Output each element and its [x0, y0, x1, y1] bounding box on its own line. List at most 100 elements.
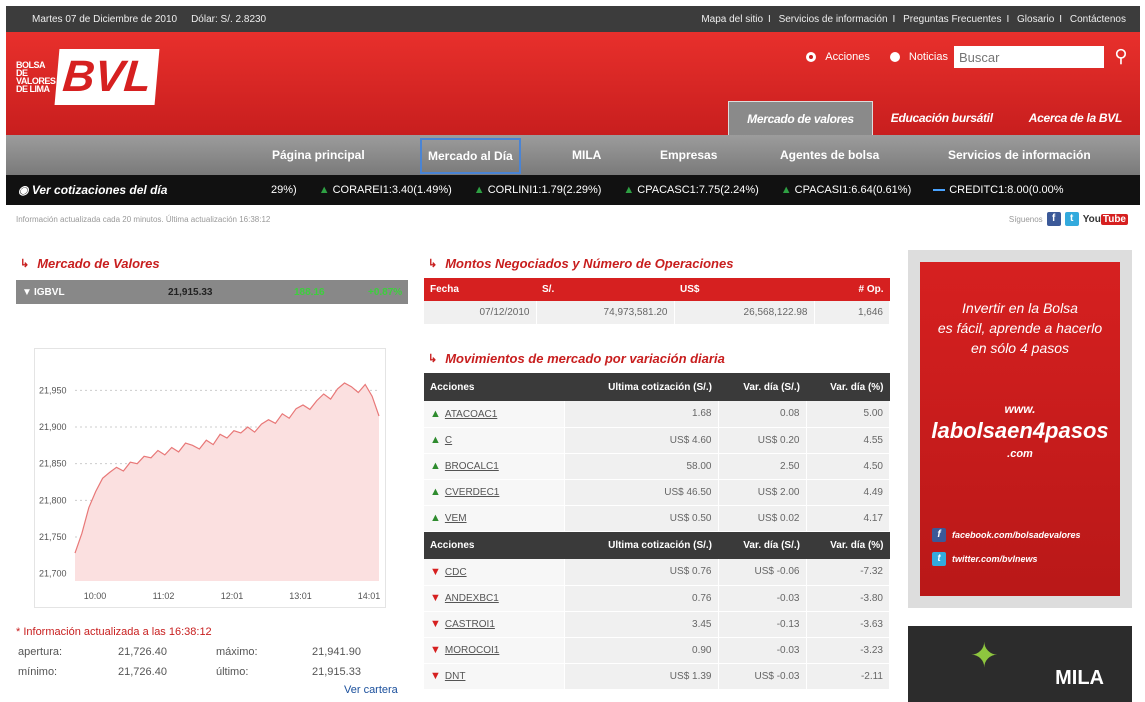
search-icon[interactable]: ⚲	[1110, 46, 1132, 68]
ticker-item[interactable]: ▲ CORAREI1:3.40(1.49%)	[319, 184, 452, 196]
mercado-title: Mercado de Valores	[37, 256, 160, 271]
igbvl-chart: 21,700 21,750 21,800 21,850 21,900 21,950 10:0…	[34, 348, 386, 608]
link-mapa[interactable]: Mapa del sitio	[701, 14, 763, 25]
link-glosario[interactable]: Glosario	[1017, 14, 1054, 25]
stock-link[interactable]: CVERDEC1	[445, 487, 499, 498]
col-acciones: Acciones	[424, 373, 564, 401]
table-row: 07/12/2010 74,973,581.20 26,568,122.98 1…	[424, 301, 890, 324]
col-ultima: Ultima cotización (S/.)	[564, 531, 718, 559]
ver-cotizaciones-link[interactable]: ◉ Ver cotizaciones del día	[6, 183, 271, 197]
x-tick-label: 13:01	[289, 591, 312, 601]
search-input[interactable]	[954, 46, 1104, 68]
ticker-text: CPACASI1:6.64(0.61%)	[794, 184, 912, 196]
arrow-icon: ↳	[428, 353, 438, 365]
link-preguntas[interactable]: Preguntas Frecuentes	[903, 14, 1001, 25]
col-var-soles: Var. día (S/.)	[718, 373, 806, 401]
cell-price: 1.68	[564, 401, 719, 428]
twitter-icon: t	[932, 552, 946, 566]
table-row: ▼ CDC US$ 0.76 US$ -0.06 -7.32	[424, 559, 890, 586]
main-tabs: Mercado de valores Educación bursátil Ac…	[728, 101, 1140, 135]
promo-facebook-text: facebook.com/bolsadevalores	[952, 530, 1081, 540]
table-header-row: Acciones Ultima cotización (S/.) Var. dí…	[424, 531, 890, 559]
cell-pct: 4.17	[806, 505, 890, 532]
promo-banner[interactable]: Invertir en la Bolsa es fácil, aprende a…	[908, 250, 1132, 608]
table-row: ▲ ATACOAC1 1.68 0.08 5.00	[424, 401, 890, 428]
ticker-item[interactable]: CREDITC1:8.00(0.00%	[933, 184, 1064, 196]
top-bar: Martes 07 de Diciembre de 2010 Dólar: S/.…	[6, 6, 1140, 32]
promo-twitter[interactable]: t twitter.com/bvlnews	[932, 552, 1038, 566]
stock-link[interactable]: BROCALC1	[445, 461, 499, 472]
stock-link[interactable]: VEM	[445, 513, 467, 524]
table-row: ▼ CASTROI1 3.45 -0.13 -3.63	[424, 611, 890, 638]
x-tick-label: 12:01	[221, 591, 244, 601]
nav-servicios-de-informacion[interactable]: Servicios de información	[948, 148, 1091, 162]
cell-price: US$ 0.76	[564, 559, 719, 586]
promo-facebook[interactable]: f facebook.com/bolsadevalores	[932, 528, 1081, 542]
facebook-icon[interactable]: f	[1046, 212, 1061, 226]
promo-twitter-text: twitter.com/bvlnews	[952, 554, 1038, 564]
down-arrow-icon: ▼	[430, 670, 441, 682]
col-op: # Op.	[814, 278, 890, 301]
maximo-label: máximo:	[216, 646, 258, 658]
tab-acerca-bvl[interactable]: Acerca de la BVL	[1011, 101, 1140, 135]
cell-pct: 4.49	[806, 479, 890, 506]
ticker-text: CREDITC1:8.00(0.00%	[949, 184, 1064, 196]
minimo-value: 21,726.40	[118, 666, 167, 678]
tab-educacion-bursatil[interactable]: Educación bursátil	[873, 101, 1011, 135]
up-arrow-icon: ▲	[430, 486, 441, 498]
youtube-icon[interactable]: You Tube	[1083, 213, 1128, 225]
stock-link[interactable]: ANDEXBC1	[445, 593, 499, 604]
chart-update-note: * Información actualizada a las 16:38:12	[16, 626, 212, 638]
stock-link[interactable]: DNT	[445, 671, 466, 682]
ver-cartera-link[interactable]: Ver cartera	[344, 684, 398, 696]
promo-content: Invertir en la Bolsa es fácil, aprende a…	[920, 262, 1120, 596]
stock-link[interactable]: MOROCOI1	[445, 645, 499, 656]
montos-table: Fecha S/. US$ # Op. 07/12/2010 74,973,58…	[424, 278, 890, 324]
cell-var: 2.50	[718, 453, 807, 480]
promo-line-1: Invertir en la Bolsa	[962, 300, 1078, 316]
promo-line-3: en sólo 4 pasos	[970, 340, 1070, 356]
cell-var: -0.03	[718, 637, 807, 664]
ticker-item[interactable]: ▲ CORLINI1:1.79(2.29%)	[474, 184, 602, 196]
link-servicios[interactable]: Servicios de información	[779, 14, 888, 25]
nav-pagina-principal[interactable]: Página principal	[272, 148, 365, 162]
tab-mercado-de-valores[interactable]: Mercado de valores	[728, 101, 873, 135]
radio-noticias[interactable]	[889, 52, 900, 62]
cell-price: US$ 0.50	[564, 505, 719, 532]
nav-mercado-al-dia[interactable]: Mercado al Día	[420, 138, 521, 174]
cell-pct: -2.11	[806, 663, 890, 690]
up-arrow-icon: ▲	[780, 184, 792, 196]
ticker-text: CORLINI1:1.79(2.29%)	[487, 184, 602, 196]
ticker-item[interactable]: ▲ CPACASC1:7.75(2.24%)	[623, 184, 758, 196]
promo-line-2: es fácil, aprende a hacerlo	[937, 320, 1103, 336]
separator: I	[768, 13, 771, 25]
stock-link[interactable]: C	[445, 435, 452, 446]
promo-domain: labolsaen4pasos	[931, 418, 1109, 443]
ticker-item[interactable]: 29%)	[271, 184, 297, 196]
mila-banner[interactable]: ✦ MILA	[908, 626, 1132, 702]
cell-price: 0.90	[564, 637, 719, 664]
facebook-icon: f	[932, 528, 946, 542]
search-area: Acciones Noticias ⚲	[806, 46, 1132, 68]
igbvl-row[interactable]: ▼ IGBVL 21,915.33 188.16 +0.87%	[16, 280, 408, 304]
bvl-logo[interactable]: BOLSA DE VALORES DE LIMA BVL	[16, 42, 160, 112]
stock-link[interactable]: CDC	[445, 567, 467, 578]
stock-link[interactable]: CASTROI1	[445, 619, 495, 630]
link-contactenos[interactable]: Contáctenos	[1070, 14, 1126, 25]
ticker-item[interactable]: ▲ CPACASI1:6.64(0.61%)	[781, 184, 911, 196]
nav-empresas[interactable]: Empresas	[660, 148, 717, 162]
mercado-heading: ↳ Mercado de Valores	[20, 256, 160, 271]
radio-acciones[interactable]	[806, 52, 817, 62]
up-arrow-icon: ▲	[318, 184, 330, 196]
cell-price: US$ 1.39	[564, 663, 719, 690]
flat-dash-icon	[933, 189, 946, 192]
index-change: 188.16	[294, 286, 325, 298]
cell-var: 0.08	[718, 401, 807, 428]
y-tick-label: 21,700	[39, 569, 67, 579]
nav-mila[interactable]: MILA	[572, 148, 601, 162]
nav-agentes-de-bolsa[interactable]: Agentes de bolsa	[780, 148, 879, 162]
info-row: Información actualizada cada 20 minutos.…	[16, 210, 1128, 228]
twitter-icon[interactable]: t	[1064, 212, 1079, 226]
table-row: ▲ BROCALC1 58.00 2.50 4.50	[424, 453, 890, 480]
stock-link[interactable]: ATACOAC1	[445, 409, 497, 420]
